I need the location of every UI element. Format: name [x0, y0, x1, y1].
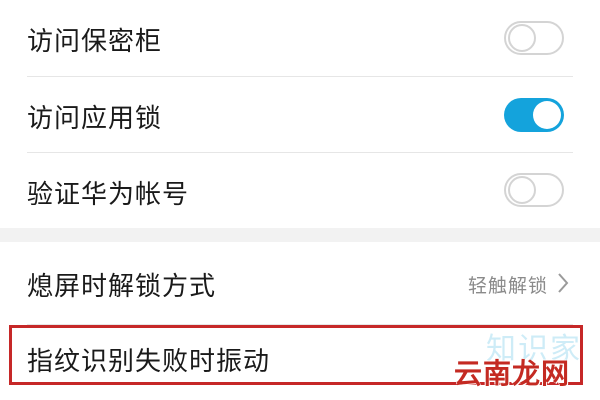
chevron-right-icon	[558, 273, 569, 293]
settings-row-safe-access[interactable]: 访问保密柜	[0, 0, 600, 76]
settings-screen: 访问保密柜 访问应用锁 验证华为帐号 熄屏时解锁方式 轻触解锁 指纹识别失败时振…	[0, 0, 600, 400]
settings-row-label: 熄屏时解锁方式	[27, 272, 217, 302]
toggle-knob	[533, 101, 561, 129]
settings-row-verify-account[interactable]: 验证华为帐号	[0, 153, 600, 228]
lock-method-value: 轻触解锁	[467, 275, 548, 297]
verify-account-toggle[interactable]	[504, 173, 564, 207]
app-lock-toggle[interactable]	[504, 98, 564, 132]
settings-row-lock-method[interactable]: 熄屏时解锁方式 轻触解锁	[0, 242, 600, 324]
safe-access-toggle[interactable]	[504, 21, 564, 55]
toggle-knob	[508, 24, 536, 52]
section-separator	[0, 228, 600, 242]
settings-row-app-lock[interactable]: 访问应用锁	[0, 77, 600, 152]
watermark: 云南龙网	[453, 357, 570, 390]
settings-row-label: 访问保密柜	[27, 27, 163, 57]
settings-row-label: 验证华为帐号	[27, 180, 190, 210]
settings-row-label: 访问应用锁	[27, 104, 163, 134]
toggle-knob	[508, 176, 536, 204]
